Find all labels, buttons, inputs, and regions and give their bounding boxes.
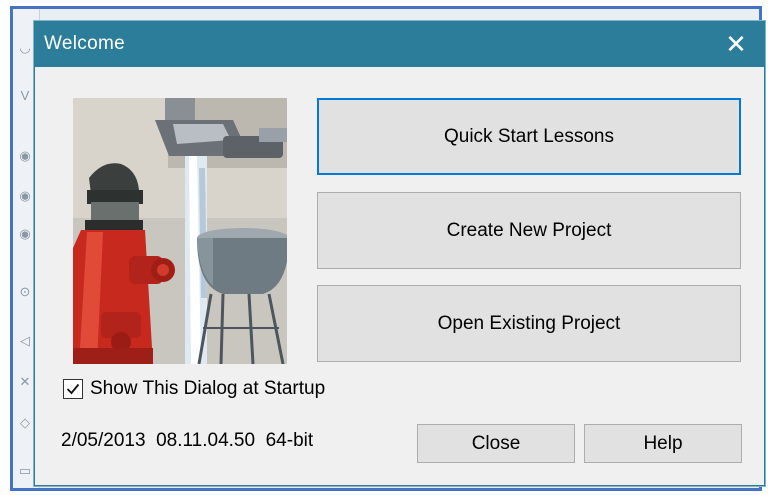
checkmark-icon bbox=[66, 383, 80, 395]
welcome-image bbox=[73, 98, 287, 364]
toolbar-icon: ◡ bbox=[19, 40, 31, 55]
title-bar: Welcome ✕ bbox=[35, 22, 764, 67]
dialog-title: Welcome bbox=[44, 33, 125, 54]
toolbar-icon: ◇ bbox=[20, 415, 30, 430]
close-button[interactable]: Close bbox=[417, 424, 575, 463]
toolbar-icon: ◉ bbox=[19, 226, 31, 241]
close-icon[interactable]: ✕ bbox=[722, 30, 750, 58]
toolbar-icon: ⊙ bbox=[19, 284, 31, 299]
toolbar-icon: ◁ bbox=[20, 333, 30, 348]
toolbar-icon: ✕ bbox=[19, 374, 31, 389]
create-new-project-button[interactable]: Create New Project bbox=[317, 192, 741, 269]
show-at-startup-label: Show This Dialog at Startup bbox=[90, 378, 326, 399]
show-at-startup-checkbox[interactable] bbox=[63, 379, 83, 399]
toolbar-icon: ▭ bbox=[18, 463, 32, 478]
quick-start-lessons-button[interactable]: Quick Start Lessons bbox=[317, 98, 741, 175]
show-at-startup-option: Show This Dialog at Startup bbox=[63, 376, 325, 402]
toolbar-icon: V bbox=[20, 88, 30, 103]
welcome-dialog: Welcome ✕ Quick Start Lessons Create New… bbox=[34, 21, 765, 486]
version-info: 2/05/2013 08.11.04.50 64-bit bbox=[61, 430, 314, 451]
toolbar-icon: ◉ bbox=[19, 188, 31, 203]
toolbar-icon: ◉ bbox=[19, 148, 31, 163]
fire-hydrant-water-tower-image bbox=[73, 98, 287, 364]
help-button[interactable]: Help bbox=[584, 424, 742, 463]
open-existing-project-button[interactable]: Open Existing Project bbox=[317, 285, 741, 362]
